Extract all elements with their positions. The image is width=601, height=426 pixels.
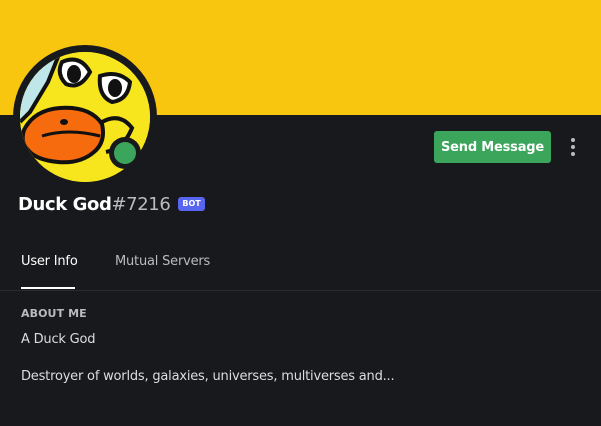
profile-tabs: User Info Mutual Servers <box>0 240 601 291</box>
about-me-line: A Duck God <box>21 332 96 347</box>
ellipsis-dot <box>571 152 575 156</box>
online-status-icon <box>114 142 136 164</box>
send-message-button[interactable]: Send Message <box>434 131 551 163</box>
about-me-line: Destroyer of worlds, galaxies, universes… <box>21 369 395 384</box>
about-me-heading: ABOUT ME <box>21 307 87 320</box>
profile-name-row: Duck God #7216 BOT <box>18 190 205 218</box>
bot-badge: BOT <box>178 197 205 211</box>
username: Duck God <box>18 193 112 215</box>
ellipsis-dot <box>571 138 575 142</box>
discriminator: #7216 <box>111 193 171 215</box>
active-tab-indicator <box>21 287 75 289</box>
ellipsis-dot <box>571 145 575 149</box>
tab-user-info[interactable]: User Info <box>21 254 78 269</box>
vertical-ellipsis-icon[interactable] <box>561 135 585 159</box>
tab-mutual-servers[interactable]: Mutual Servers <box>115 254 210 269</box>
